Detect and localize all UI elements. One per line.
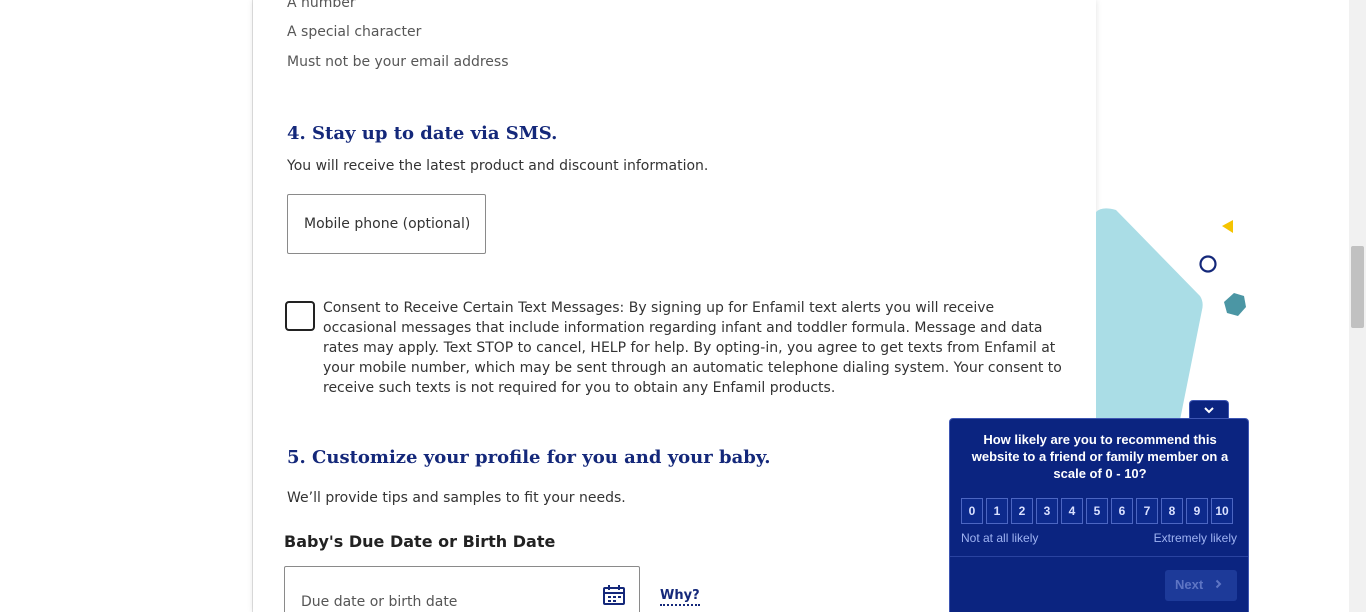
rating-1-button[interactable]: 1 — [986, 498, 1008, 524]
profile-section-heading: 5. Customize your profile for you and yo… — [287, 447, 771, 468]
scrollbar-thumb[interactable] — [1351, 246, 1364, 328]
rating-4-button[interactable]: 4 — [1061, 498, 1083, 524]
yellow-triangle-icon — [1222, 220, 1233, 233]
sms-section-heading: 4. Stay up to date via SMS. — [287, 123, 558, 144]
scale-low-label: Not at all likely — [961, 531, 1039, 545]
rating-8-button[interactable]: 8 — [1161, 498, 1183, 524]
rating-6-button[interactable]: 6 — [1111, 498, 1133, 524]
baby-date-field — [284, 566, 640, 612]
survey-question: How likely are you to recommend this web… — [971, 432, 1229, 481]
rating-0-button[interactable]: 0 — [961, 498, 983, 524]
why-link[interactable]: Why? — [660, 588, 700, 606]
chevron-right-icon — [1215, 577, 1222, 592]
next-button-label: Next — [1175, 577, 1204, 592]
password-requirement-special-char: A special character — [287, 24, 422, 40]
rating-9-button[interactable]: 9 — [1186, 498, 1208, 524]
survey-collapse-button[interactable] — [1189, 400, 1229, 420]
baby-date-input[interactable] — [285, 567, 585, 612]
teal-hexagon-icon — [1224, 293, 1246, 316]
calendar-icon[interactable] — [603, 585, 625, 605]
rating-2-button[interactable]: 2 — [1011, 498, 1033, 524]
baby-date-label: Baby's Due Date or Birth Date — [284, 532, 556, 551]
feedback-survey-panel: How likely are you to recommend this web… — [949, 418, 1249, 612]
rating-10-button[interactable]: 10 — [1211, 498, 1233, 524]
chevron-down-icon — [1204, 407, 1214, 414]
sms-consent-text: Consent to Receive Certain Text Messages… — [323, 300, 1062, 396]
survey-divider — [950, 556, 1248, 557]
profile-section-description: We’ll provide tips and samples to fit yo… — [287, 490, 626, 506]
teal-shape — [1096, 208, 1203, 430]
blue-ring-icon — [1199, 255, 1217, 273]
mobile-phone-input[interactable] — [287, 194, 486, 254]
scale-high-label: Extremely likely — [1153, 531, 1237, 545]
sms-section-description: You will receive the latest product and … — [287, 158, 709, 174]
rating-7-button[interactable]: 7 — [1136, 498, 1158, 524]
survey-next-button[interactable]: Next — [1165, 570, 1237, 601]
rating-5-button[interactable]: 5 — [1086, 498, 1108, 524]
sms-consent-checkbox[interactable] — [285, 301, 315, 331]
password-requirement-not-email: Must not be your email address — [287, 54, 509, 70]
password-requirement-number: A number — [287, 0, 356, 11]
rating-3-button[interactable]: 3 — [1036, 498, 1058, 524]
